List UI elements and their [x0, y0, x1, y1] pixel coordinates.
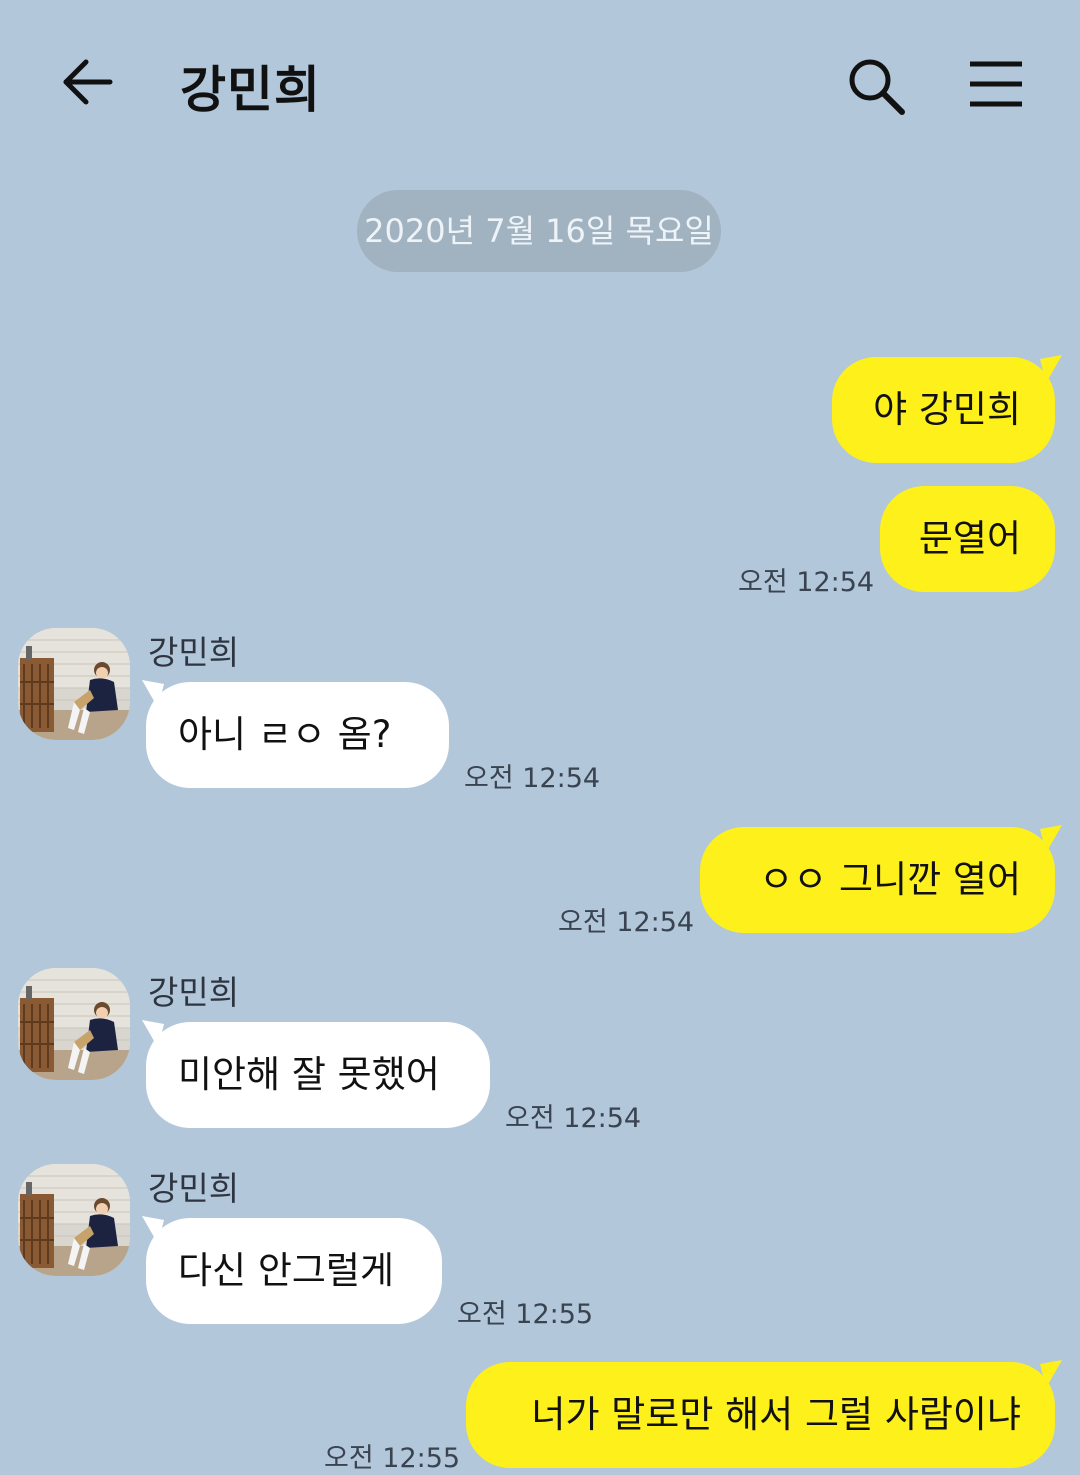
- message-text: 문열어: [918, 517, 1021, 560]
- profile-photo: [18, 1164, 130, 1276]
- message-bubble-sent[interactable]: 야 강민희: [832, 357, 1055, 463]
- date-divider: 2020년 7월 16일 목요일: [357, 190, 721, 272]
- profile-photo: [18, 968, 130, 1080]
- arrow-left-icon: [63, 59, 113, 105]
- message-time: 오전 12:55: [324, 1443, 461, 1474]
- avatar[interactable]: [18, 968, 130, 1080]
- message-time: 오전 12:54: [464, 763, 601, 794]
- profile-photo: [18, 628, 130, 740]
- message-text: 아니 ㄹㅇ 옴?: [178, 713, 392, 756]
- sender-name: 강민희: [148, 1169, 240, 1208]
- search-icon: [849, 59, 905, 115]
- message-text: ㅇㅇ 그니깐 열어: [759, 858, 1021, 901]
- message-text: 미안해 잘 못했어: [178, 1053, 440, 1096]
- avatar[interactable]: [18, 628, 130, 740]
- hamburger-menu-icon: [970, 61, 1022, 107]
- message-text: 야 강민희: [873, 388, 1021, 431]
- message-bubble-received[interactable]: 다신 안그럴게: [146, 1218, 442, 1324]
- search-button[interactable]: [846, 56, 906, 116]
- chat-title: 강민희: [180, 61, 321, 119]
- bubble-tail: [1040, 1360, 1062, 1388]
- message-bubble-received[interactable]: 아니 ㄹㅇ 옴?: [146, 682, 449, 788]
- message-time: 오전 12:54: [558, 907, 695, 938]
- message-bubble-sent[interactable]: ㅇㅇ 그니깐 열어: [700, 827, 1055, 933]
- message-bubble-sent[interactable]: 문열어: [880, 486, 1055, 592]
- chat-header: 강민희: [0, 0, 1080, 170]
- message-time: 오전 12:54: [738, 567, 875, 598]
- back-button[interactable]: [58, 52, 118, 112]
- bubble-tail: [1040, 355, 1062, 383]
- sender-name: 강민희: [148, 973, 240, 1012]
- message-bubble-received[interactable]: 미안해 잘 못했어: [146, 1022, 490, 1128]
- message-time: 오전 12:55: [457, 1299, 594, 1330]
- message-text: 다신 안그럴게: [178, 1249, 395, 1292]
- message-time: 오전 12:54: [505, 1103, 642, 1134]
- menu-button[interactable]: [966, 56, 1026, 112]
- message-text: 너가 말로만 해서 그럴 사람이냐: [531, 1393, 1021, 1436]
- sender-name: 강민희: [148, 633, 240, 672]
- bubble-tail: [1040, 825, 1062, 853]
- avatar[interactable]: [18, 1164, 130, 1276]
- message-bubble-sent[interactable]: 너가 말로만 해서 그럴 사람이냐: [466, 1362, 1055, 1468]
